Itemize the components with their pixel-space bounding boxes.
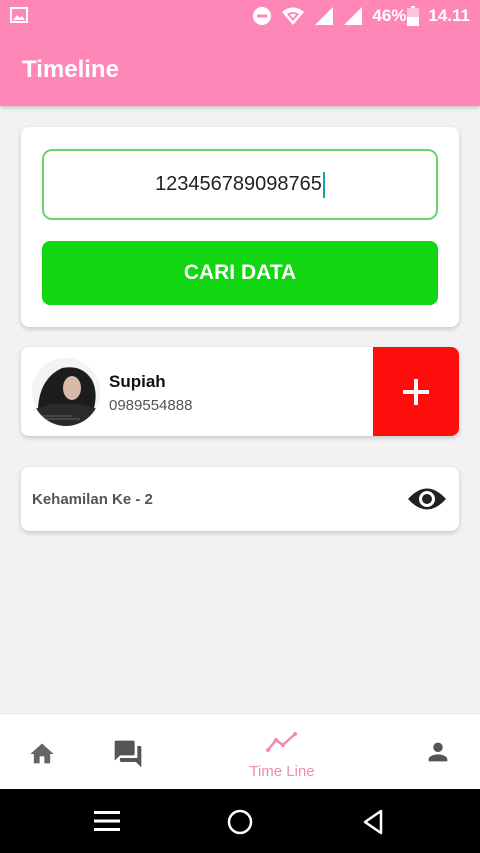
patient-card[interactable]: Supiah 0989554888	[21, 347, 459, 436]
do-not-disturb-icon	[253, 7, 272, 25]
signal-icon	[315, 7, 334, 25]
status-bar: 46% 14.11	[0, 0, 480, 32]
wifi-icon	[282, 7, 305, 25]
chat-icon[interactable]	[112, 738, 144, 770]
patient-phone: 0989554888	[109, 397, 193, 414]
home-icon[interactable]	[28, 740, 56, 768]
add-button[interactable]	[373, 347, 459, 436]
page-title: Timeline	[22, 56, 119, 83]
plus-icon	[403, 378, 429, 405]
search-input[interactable]: 12345678909876​5	[42, 149, 438, 220]
text-caret	[322, 171, 325, 198]
patient-name: Supiah	[109, 372, 166, 391]
search-button[interactable]: CARI DATA	[42, 241, 438, 305]
signal-icon	[344, 7, 363, 25]
pregnancy-card[interactable]: Kehamilan Ke - 2	[21, 467, 459, 531]
menu-icon[interactable]	[94, 810, 120, 832]
pregnancy-label: Kehamilan Ke - 2	[32, 491, 153, 508]
battery-percent: 46%	[372, 6, 407, 25]
nav-label-timeline[interactable]: Time Line	[232, 763, 332, 780]
avatar-image	[32, 358, 100, 426]
avatar	[32, 358, 100, 426]
system-nav-bar	[0, 789, 480, 853]
battery-icon	[407, 6, 420, 26]
home-circle-icon[interactable]	[227, 809, 253, 835]
timeline-icon[interactable]	[266, 730, 298, 754]
person-icon[interactable]	[424, 738, 452, 766]
search-input-value: 12345678909876​5	[155, 173, 322, 195]
clock: 14.11	[428, 6, 470, 25]
search-card: 12345678909876​5 CARI DATA	[21, 127, 459, 327]
eye-icon[interactable]	[407, 484, 447, 514]
image-icon	[10, 7, 28, 23]
app-bar: Timeline	[0, 32, 480, 106]
back-icon[interactable]	[362, 809, 384, 835]
bottom-nav: Time Line	[0, 713, 480, 789]
